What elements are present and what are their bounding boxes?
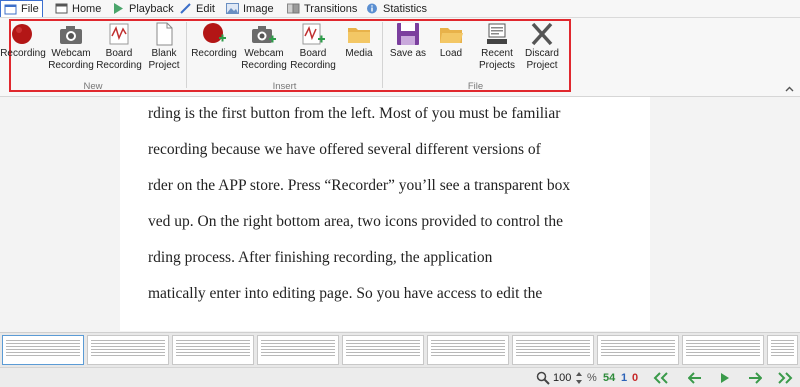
folder-open-icon: [438, 22, 464, 46]
document-text-line: matically enter into editing page. So yo…: [148, 285, 543, 302]
frame-thumbnail[interactable]: [682, 335, 764, 365]
new-webcam-recording-button[interactable]: Webcam Recording: [45, 22, 97, 78]
tab-home[interactable]: Home: [55, 0, 101, 17]
frame-count: 54: [603, 371, 616, 384]
button-label: Webcam Recording: [241, 48, 287, 71]
group-separator: [382, 22, 383, 88]
save-as-button[interactable]: Save as: [387, 22, 429, 78]
document-text-line: ved up. On the right bottom area, two ic…: [148, 213, 563, 230]
info-icon: [366, 3, 379, 14]
tab-label: Image: [243, 2, 274, 15]
frame-filmstrip: [0, 332, 800, 368]
tab-label: Transitions: [304, 2, 358, 15]
frame-thumbnail[interactable]: [512, 335, 594, 365]
button-label: Save as: [389, 48, 427, 59]
tab-label: Edit: [196, 2, 215, 15]
frame-thumbnail[interactable]: [257, 335, 339, 365]
tab-label: Home: [72, 2, 102, 15]
webcam-add-icon: [251, 22, 277, 46]
new-recording-button[interactable]: Recording: [0, 22, 46, 78]
image-icon: [226, 3, 239, 14]
collapse-ribbon-icon[interactable]: [785, 85, 794, 94]
transitions-icon: [287, 3, 300, 14]
recording-add-icon: [201, 22, 227, 46]
ribbon: Recording Webcam Recording Board Recordi…: [0, 18, 800, 97]
save-icon: [395, 22, 421, 46]
recent-projects-icon: [484, 22, 510, 46]
frame-thumbnail[interactable]: [597, 335, 679, 365]
frame-thumbnail[interactable]: [767, 335, 798, 365]
recording-icon: [10, 22, 36, 46]
discard-project-button[interactable]: Discard Project: [520, 22, 564, 78]
button-label: Blank Project: [148, 48, 180, 71]
group-label-insert: Insert: [272, 81, 297, 92]
frame-thumbnail[interactable]: [342, 335, 424, 365]
new-board-recording-button[interactable]: Board Recording: [95, 22, 143, 78]
tab-label: Statistics: [383, 2, 428, 15]
tab-label: File: [21, 3, 39, 15]
document-text-line: rder on the APP store. Press “Recorder” …: [148, 177, 571, 194]
insert-webcam-recording-button[interactable]: Webcam Recording: [238, 22, 290, 78]
tab-transitions[interactable]: Transitions: [287, 0, 357, 17]
folder-icon: [346, 22, 372, 46]
button-label: Discard Project: [525, 48, 559, 71]
selected-frames: 0: [632, 371, 639, 384]
group-label-new: New: [83, 81, 103, 92]
insert-board-recording-button[interactable]: Board Recording: [289, 22, 337, 78]
frame-thumbnail[interactable]: [172, 335, 254, 365]
tab-edit[interactable]: Edit: [179, 0, 215, 17]
button-label: Board Recording: [96, 48, 142, 71]
webcam-icon: [58, 22, 84, 46]
zoom-icon[interactable]: [536, 368, 550, 387]
tab-playback[interactable]: Playback: [112, 0, 174, 17]
zoom-stepper-icon[interactable]: [575, 368, 583, 387]
last-frame-icon[interactable]: [776, 368, 794, 387]
button-label: Media: [345, 48, 373, 59]
board-icon: [106, 22, 132, 46]
zoom-value[interactable]: 100: [553, 368, 571, 387]
frame-thumbnail[interactable]: [87, 335, 169, 365]
insert-media-button[interactable]: Media: [339, 22, 379, 78]
board-add-icon: [300, 22, 326, 46]
play-icon: [112, 3, 125, 14]
tab-statistics[interactable]: Statistics: [366, 0, 427, 17]
document-text-line: rding process. After finishing recording…: [148, 249, 493, 266]
document-text-line: recording because we have offered severa…: [148, 141, 541, 158]
tab-file[interactable]: File: [0, 0, 43, 17]
document-text-line: rding is the first button from the left.…: [148, 105, 561, 122]
insert-recording-button[interactable]: Recording: [190, 22, 238, 78]
button-label: Recording: [0, 48, 46, 59]
status-bar: 100 % 54 1 0: [0, 367, 800, 387]
new-blank-project-button[interactable]: Blank Project: [144, 22, 184, 78]
button-label: Board Recording: [290, 48, 336, 71]
discard-icon: [529, 22, 555, 46]
play-button-icon[interactable]: [720, 368, 730, 387]
recent-projects-button[interactable]: Recent Projects: [474, 22, 520, 78]
frame-thumbnail[interactable]: [427, 335, 509, 365]
button-label: Recent Projects: [478, 48, 516, 71]
frame-thumbnail[interactable]: [2, 335, 84, 365]
group-label-file: File: [467, 81, 484, 92]
load-button[interactable]: Load: [432, 22, 470, 78]
document-text-line-partial: [148, 321, 152, 331]
button-label: Recording: [191, 48, 237, 59]
current-frame: 1: [621, 371, 628, 384]
previous-frame-icon[interactable]: [688, 368, 702, 387]
pencil-icon: [179, 3, 192, 14]
next-frame-icon[interactable]: [748, 368, 762, 387]
slide-canvas[interactable]: rding is the first button from the left.…: [0, 97, 800, 331]
tab-label: Playback: [129, 2, 174, 15]
button-label: Load: [439, 48, 463, 59]
menu-bar: File Home Playback Edit Image Transition…: [0, 0, 800, 18]
tab-image[interactable]: Image: [226, 0, 274, 17]
button-label: Webcam Recording: [48, 48, 94, 71]
home-icon: [55, 3, 68, 14]
blank-page-icon: [151, 22, 177, 46]
file-icon: [4, 4, 17, 15]
zoom-percent: %: [587, 371, 597, 384]
first-frame-icon[interactable]: [652, 368, 670, 387]
group-separator: [186, 22, 187, 88]
